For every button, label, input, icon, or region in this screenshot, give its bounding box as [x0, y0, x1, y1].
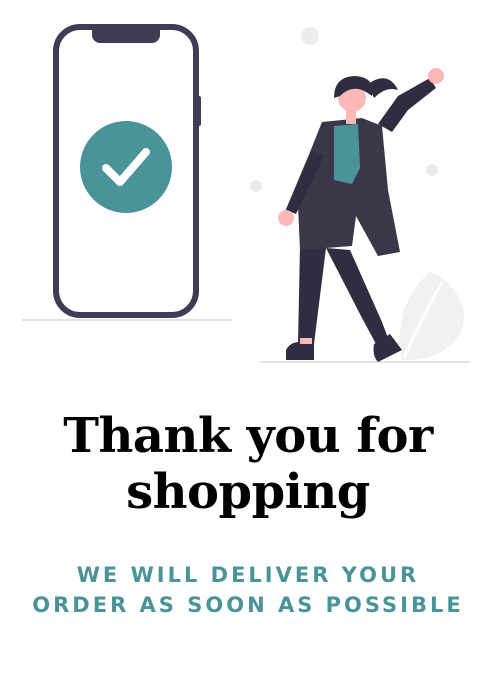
delivery-message: WE WILL DELIVER YOUR ORDER AS SOON AS PO… [0, 560, 496, 620]
decor-dot [301, 27, 319, 45]
leaf-decor [399, 272, 464, 361]
raised-hand [428, 68, 444, 84]
thank-you-heading-line2: shopping [126, 464, 370, 520]
decor-dot [250, 180, 262, 192]
phone-notch [92, 27, 160, 43]
shoe [286, 342, 314, 360]
delivery-message-line1: WE WILL DELIVER YOUR [76, 563, 420, 587]
delivery-message-line2: ORDER AS SOON AS POSSIBLE [32, 593, 464, 617]
success-badge [80, 121, 172, 213]
phone-side-button [196, 96, 201, 126]
left-hand [278, 210, 294, 226]
thank-you-heading: Thank you for shopping [0, 408, 496, 520]
thank-you-heading-line1: Thank you for [63, 408, 433, 464]
decor-dot [426, 164, 438, 176]
order-confirmed-illustration [22, 24, 470, 363]
phone [53, 24, 201, 318]
ponytail [368, 78, 398, 98]
